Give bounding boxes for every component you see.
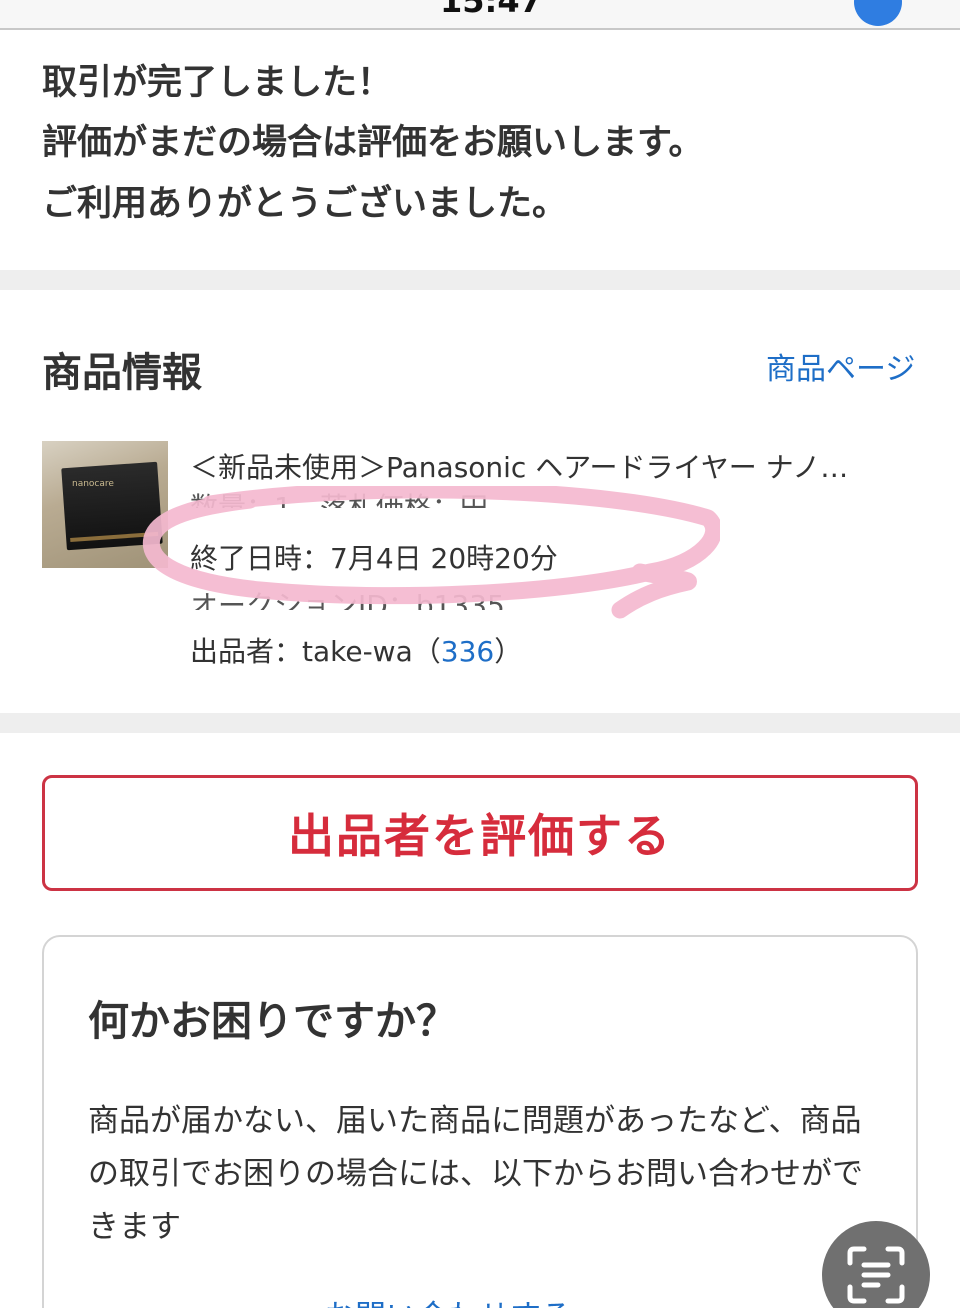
completion-line-2: 評価がまだの場合は評価をお願いします。	[42, 123, 704, 163]
product-seller: 出品者：take-wa（336）	[190, 630, 522, 670]
help-title: 何かお困りですか？	[88, 997, 457, 1045]
product-title[interactable]: ＜新品未使用＞Panasonic ヘアードライヤー ナノ…	[190, 446, 920, 486]
section-divider	[0, 713, 960, 733]
seller-suffix: ）	[494, 635, 523, 668]
product-info-title: 商品情報	[42, 350, 202, 396]
product-box-image	[61, 461, 163, 551]
completion-line-3: ご利用ありがとうございました。	[42, 184, 568, 224]
seller-label: 出品者：take-wa（	[190, 635, 441, 668]
status-time: 15:47	[440, 0, 542, 20]
status-bar: 15:47	[0, 0, 960, 30]
thumbnail-brand: nanocare	[72, 479, 114, 489]
seller-rating-link[interactable]: 336	[441, 635, 494, 668]
scan-text-icon	[847, 1246, 905, 1304]
help-card: 何かお困りですか？ 商品が届かない、届いた商品に問題があったなど、商品の取引でお…	[42, 935, 918, 1308]
completion-line-1: 取引が完了しました！	[42, 63, 393, 103]
help-body: 商品が届かない、届いた商品に問題があったなど、商品の取引でお困りの場合には、以下…	[88, 1103, 863, 1245]
product-thumbnail[interactable]: nanocare	[42, 441, 168, 568]
section-divider	[0, 270, 960, 290]
review-seller-button[interactable]: 出品者を評価する	[42, 775, 918, 891]
product-page-link[interactable]: 商品ページ	[766, 344, 915, 388]
completion-message: 取引が完了しました！ 評価がまだの場合は評価をお願いします。 ご利用ありがとうご…	[0, 32, 960, 270]
product-end-time: 終了日時：7月4日 20時20分	[190, 542, 558, 575]
status-indicator-icon	[854, 0, 902, 26]
contact-link[interactable]: お問い合わせする	[324, 1291, 572, 1308]
product-auction-id: オークションID：b1335	[190, 589, 505, 610]
product-quantity-price: 数量：1 落札価格：円	[190, 491, 488, 508]
